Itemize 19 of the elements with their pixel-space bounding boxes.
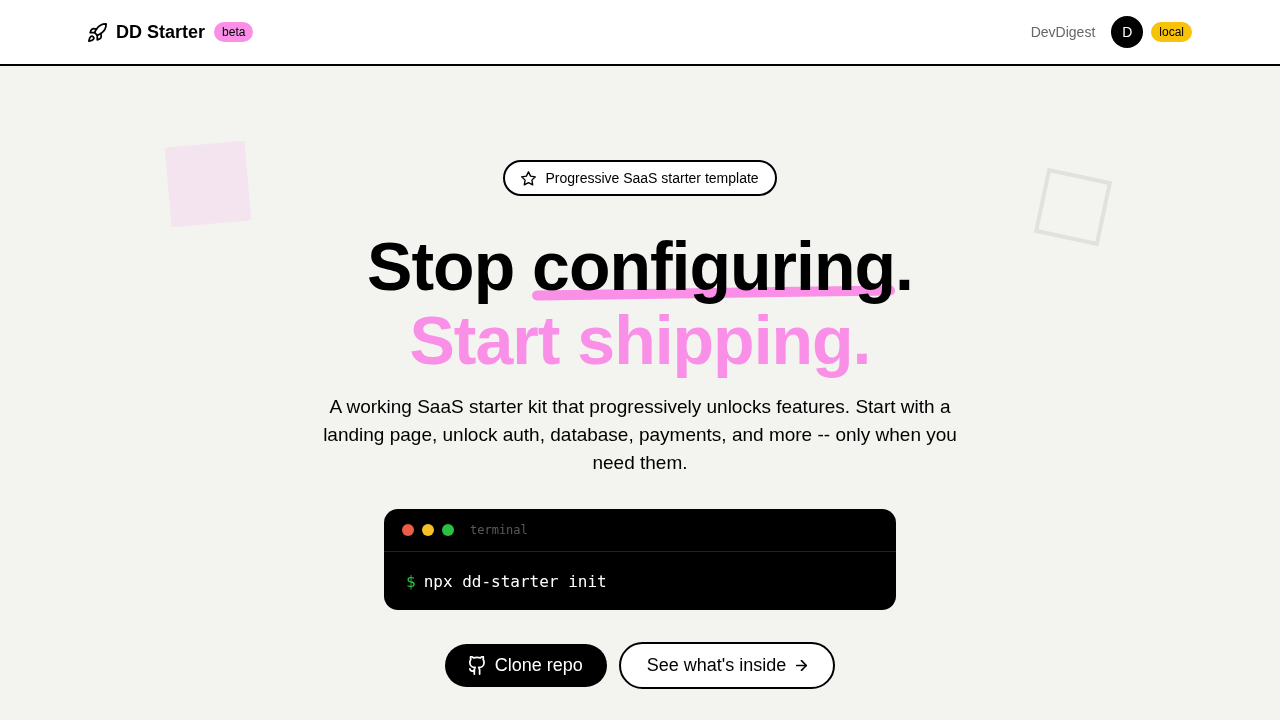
star-icon: [521, 170, 537, 186]
description: A working SaaS starter kit that progressively unlocks features. Start with a landing page, unlock auth, database, payments, and more -- only when you need them.: [322, 395, 958, 475]
user-avatar[interactable]: D: [1111, 16, 1144, 48]
env-badge: local: [1151, 22, 1192, 42]
beta-badge: beta: [214, 22, 254, 42]
arrow-right-icon: [796, 660, 808, 671]
prompt-symbol: $: [406, 571, 416, 591]
headline: Stop configuring.: [367, 229, 913, 303]
inside-button[interactable]: See what's inside: [618, 642, 836, 689]
clone-button[interactable]: Clone repo: [444, 644, 607, 687]
nav-link[interactable]: DevDigest: [1030, 24, 1096, 40]
github-icon: [468, 656, 485, 675]
command-text[interactable]: npx dd-starter init: [423, 571, 607, 591]
tagline-text: Progressive SaaS starter template: [545, 170, 759, 186]
terminal-title: terminal: [470, 523, 528, 537]
brand-name[interactable]: DD Starter: [116, 21, 206, 43]
rocket-icon: [88, 22, 107, 42]
headline-accent: Start shipping.: [409, 303, 871, 377]
window-dots-icon: [402, 524, 454, 536]
